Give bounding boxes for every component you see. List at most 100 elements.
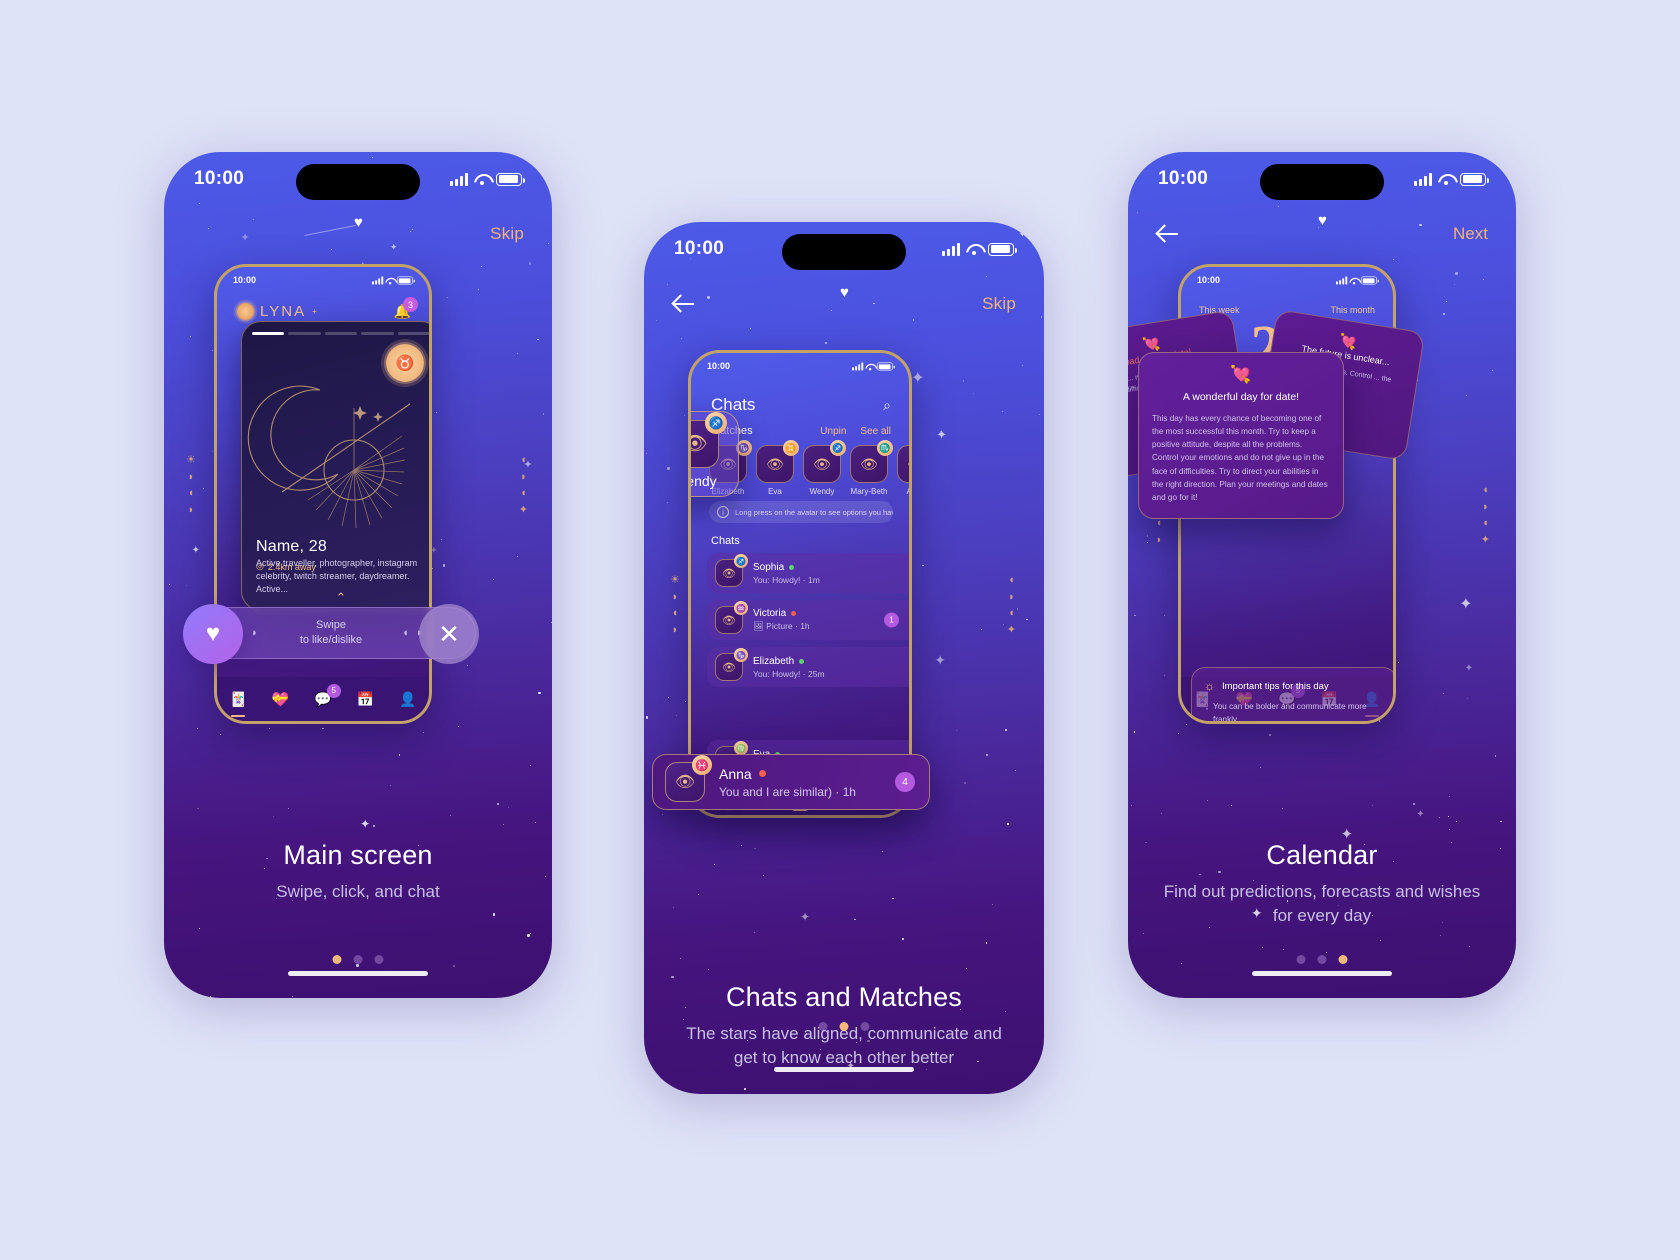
eye-avatar-icon: 👁 ♐ — [803, 440, 846, 483]
sparkle-icon: ✦ — [1464, 662, 1474, 674]
like-button[interactable]: ♥ — [183, 604, 243, 664]
match-item[interactable]: 👁 ♓ Anna — [897, 445, 912, 496]
eye-avatar-icon: 👁 ♑ — [715, 648, 748, 681]
skip-button[interactable]: Skip — [490, 224, 524, 244]
sparkle-icon: ✦ — [800, 910, 811, 925]
cupid-icon: 💘 — [1230, 365, 1252, 384]
battery-icon — [496, 172, 525, 186]
battery-icon — [1360, 275, 1379, 285]
chat-row[interactable]: 👁 ♐ Sophia You: Howdy! · 1m — [707, 553, 909, 593]
cellular-icon — [852, 361, 864, 371]
nav-cards-icon[interactable]: 🃏 — [229, 691, 246, 708]
page-indicator-1[interactable] — [332, 955, 384, 964]
page-indicator-3[interactable] — [1296, 955, 1348, 964]
nav-chats-icon[interactable]: 💬 5 — [314, 683, 341, 708]
top-nav-3: Next — [1128, 214, 1516, 254]
inner-status-bar-1: 10:00 — [217, 267, 429, 293]
zodiac-badge: ♐ — [734, 554, 748, 568]
profile-card-current[interactable]: ♉ Name, 28 ◎ 2.4km away Active traveller… — [241, 321, 429, 611]
presence-dot — [791, 611, 797, 616]
back-button[interactable] — [1156, 222, 1180, 246]
unpin-button[interactable]: Unpin — [820, 426, 846, 437]
zodiac-badge: ♓ — [692, 755, 712, 775]
top-nav-2: Skip — [644, 284, 1044, 324]
nav-likes-icon[interactable]: 💝 — [272, 691, 289, 708]
info-icon: i — [717, 506, 729, 518]
home-indicator — [774, 1067, 914, 1072]
cellular-icon — [1336, 275, 1348, 285]
match-name: Mary-Beth — [850, 487, 888, 496]
page-dot[interactable] — [1296, 955, 1306, 964]
caption-1: Main screen Swipe, click, and chat — [164, 840, 552, 904]
match-name: Eva — [768, 487, 782, 496]
nav-profile-icon[interactable]: 👤 — [399, 691, 416, 708]
zodiac-badge: ♐ — [705, 411, 727, 434]
page-indicator-2[interactable] — [818, 1022, 870, 1031]
sparkle-icon: ✦ — [934, 652, 947, 669]
status-icons — [450, 172, 525, 186]
sunrise-icon: ☼ — [1204, 679, 1215, 693]
cellular-icon — [942, 242, 960, 256]
sparkle-icon: ✦ — [911, 370, 925, 388]
swipe-hint: Swipe to like/dislike — [299, 619, 363, 646]
chat-name: Victoria — [753, 608, 810, 619]
prediction-card-wonderful[interactable]: 💘 A wonderful day for date! This day has… — [1138, 352, 1344, 519]
tip-item: You can be bolder and communicate more f… — [1204, 699, 1384, 721]
caption-3: Calendar Find out predictions, forecasts… — [1128, 840, 1516, 928]
match-item[interactable]: 👁 ♐ Wendy — [803, 440, 846, 496]
app-name: LYNA — [260, 303, 307, 320]
match-name: Anna — [906, 487, 912, 496]
cellular-icon — [450, 172, 468, 186]
page-dot[interactable] — [374, 955, 384, 964]
match-item[interactable]: 👁 ♊ Eva — [756, 440, 799, 496]
page-dot[interactable] — [818, 1022, 828, 1031]
status-icons — [942, 242, 1017, 256]
presence-dot — [758, 770, 766, 777]
prediction-title: A wonderful day for date! — [1182, 391, 1300, 403]
top-nav-1: Skip — [164, 214, 552, 254]
caption-subtitle: Swipe, click, and chat — [276, 882, 440, 901]
match-name: Wendy — [809, 487, 835, 496]
battery-icon — [988, 242, 1017, 256]
search-icon[interactable]: ⌕ — [883, 397, 891, 414]
notification-count: 3 — [403, 297, 418, 312]
page-dot[interactable] — [353, 955, 363, 964]
chat-row[interactable]: 👁 ♒ Victoria 🖼 Picture · 1h 1 — [707, 600, 909, 640]
chat-popup-anna[interactable]: 👁 ♓ Anna You and I are similar) · 1h 4 — [652, 754, 930, 810]
onboarding-screen-main: ✦✦✦✦✦✦✦✦✦ 10:00 Skip ♥ 10:00 LYNA + — [164, 152, 552, 998]
page-dot[interactable] — [1338, 955, 1348, 964]
inner-status-bar-2: 10:00 — [691, 353, 909, 379]
nav-calendar-icon[interactable]: 📅 — [357, 691, 374, 708]
inner-status-time: 10:00 — [1197, 275, 1221, 285]
page-dot[interactable] — [860, 1022, 870, 1031]
matches-carousel[interactable]: 👁 ♑ Elizabeth 👁 ♊ Eva 👁 ♐ Wendy 👁 ♏ Mary… — [709, 440, 912, 496]
dislike-button[interactable]: ✕ — [419, 604, 479, 664]
zodiac-badge: ♒ — [734, 601, 748, 615]
caption-subtitle: Find out predictions, forecasts and wish… — [1163, 882, 1481, 925]
device-preview-chats: 10:00 Chats ⌕ Matches Unpin See all 👁 ♑ … — [688, 350, 912, 818]
plus-glyph: + — [312, 307, 317, 316]
unread-badge: 1 — [884, 612, 899, 628]
match-popup-wendy[interactable]: 👁 ♐ Wendy — [691, 411, 739, 497]
dynamic-island — [1260, 164, 1384, 200]
chat-name: Sophia — [753, 562, 820, 573]
next-button[interactable]: Next — [1453, 224, 1488, 244]
skip-button[interactable]: Skip — [982, 294, 1016, 314]
zodiac-badge: ♊ — [783, 440, 799, 456]
page-dot[interactable] — [839, 1022, 849, 1031]
this-month-tab[interactable]: This month — [1330, 305, 1375, 315]
chat-preview: You: Howdy! · 1m — [753, 574, 820, 585]
chat-preview: 🖼 Picture · 1h — [753, 621, 810, 631]
chat-row[interactable]: 👁 ♑ Elizabeth You: Howdy! · 25m — [707, 647, 909, 687]
page-dot[interactable] — [332, 955, 342, 964]
inner-status-icons — [372, 275, 415, 285]
popup-chat-name: Anna — [719, 766, 856, 782]
notifications-button[interactable]: 🔔 3 — [394, 297, 418, 321]
important-tips-card: ☼ Important tips for this day You can be… — [1191, 667, 1393, 721]
page-dot[interactable] — [1317, 955, 1327, 964]
back-button[interactable] — [672, 292, 696, 316]
expand-chevron-icon[interactable]: ⌃ — [336, 590, 347, 606]
eye-avatar-icon: 👁 ♐ — [691, 411, 727, 468]
see-all-button[interactable]: See all — [860, 426, 891, 437]
match-item[interactable]: 👁 ♏ Mary-Beth — [850, 440, 893, 496]
